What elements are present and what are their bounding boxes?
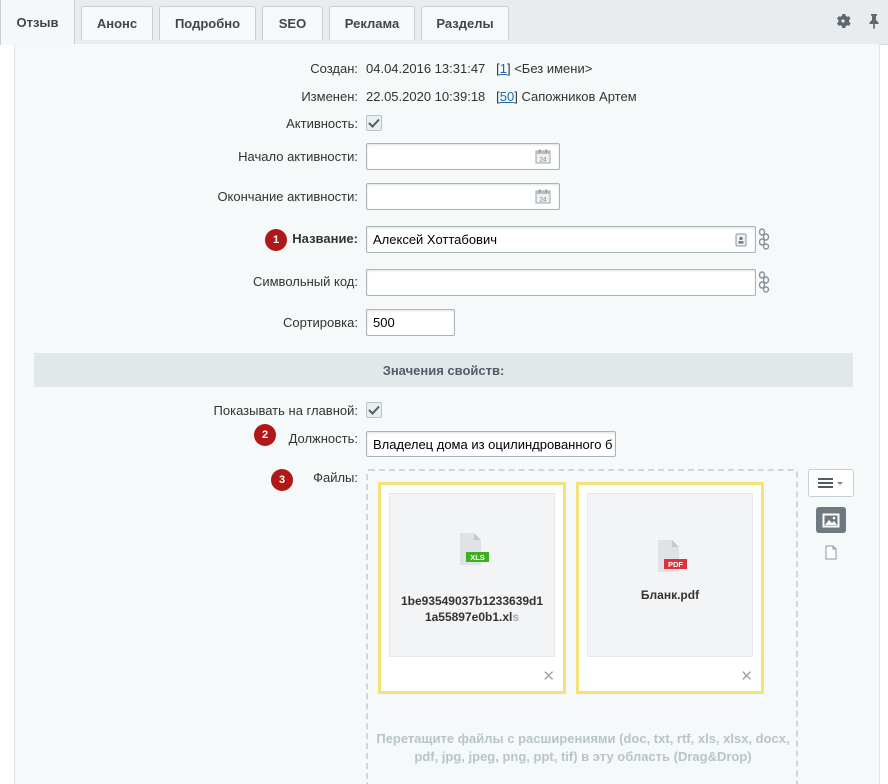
files-label: Файлы:: [313, 470, 358, 485]
xls-file-icon: XLS: [456, 532, 490, 569]
name-label: Название:: [292, 231, 358, 246]
tab-seo[interactable]: SEO: [262, 6, 323, 40]
svg-text:24: 24: [540, 158, 547, 164]
tab-announce[interactable]: Анонс: [81, 6, 153, 40]
image-icon: [822, 513, 840, 527]
document-icon: [825, 545, 837, 559]
created-user-link[interactable]: 1: [500, 61, 507, 76]
calendar-icon[interactable]: 24: [535, 149, 551, 167]
modified-user-name: Сапожников Артем: [521, 89, 637, 104]
tab-advertising[interactable]: Реклама: [329, 6, 415, 40]
code-input[interactable]: [366, 269, 756, 296]
file-remove-button[interactable]: ✕: [542, 669, 555, 684]
link-chain-icon[interactable]: [757, 271, 771, 296]
active-from-input[interactable]: 24: [366, 143, 560, 170]
file-card[interactable]: XLS 1be93549037b1233639d1 1a55897e0b1.xl…: [378, 482, 566, 694]
file-preview: PDF Бланк.pdf: [587, 493, 753, 657]
created-user-name: <Без имени>: [514, 61, 593, 76]
link-chain-icon[interactable]: [757, 228, 771, 253]
calendar-icon[interactable]: 24: [535, 189, 551, 207]
modified-user-link[interactable]: 50: [500, 89, 514, 104]
code-label: Символьный код:: [252, 274, 358, 289]
badge-two: 2: [254, 424, 276, 446]
created-date: 04.04.2016 13:31:47: [366, 61, 486, 76]
modified-date: 22.05.2020 10:39:18: [366, 89, 486, 104]
show-on-main-checkbox[interactable]: [366, 402, 382, 418]
position-value: Владелец дома из оцилиндрованного б: [373, 436, 613, 452]
view-list-button[interactable]: [822, 543, 840, 561]
active-checkbox[interactable]: [366, 115, 382, 131]
active-label: Активность:: [286, 116, 358, 131]
tab-sections[interactable]: Разделы: [421, 6, 509, 40]
file-name: Бланк.pdf: [640, 588, 700, 602]
file-preview: XLS 1be93549037b1233639d1 1a55897e0b1.xl…: [389, 493, 555, 657]
active-to-label: Окончание активности:: [217, 189, 358, 204]
active-from-label: Начало активности:: [238, 149, 358, 164]
position-input[interactable]: Владелец дома из оцилиндрованного б: [366, 431, 616, 457]
created-info: 04.04.2016 13:31:47 [1] <Без имени>: [366, 61, 593, 76]
badge-three: 3: [271, 469, 293, 491]
badge-one: 1: [265, 229, 287, 251]
tab-details[interactable]: Подробно: [159, 6, 256, 40]
tab-review[interactable]: Отзыв: [0, 0, 75, 45]
contact-card-icon[interactable]: [735, 233, 747, 250]
svg-text:PDF: PDF: [668, 560, 683, 569]
dropzone-hint: Перетащите файлы с расширениями (doc, tx…: [376, 731, 790, 764]
svg-text:24: 24: [540, 198, 547, 204]
name-value: Алексей Хоттабович: [373, 232, 498, 247]
svg-text:XLS: XLS: [470, 553, 485, 562]
position-label: Должность:: [288, 431, 358, 446]
checkmark-icon: [368, 118, 380, 128]
file-remove-button[interactable]: ✕: [740, 669, 753, 684]
modified-info: 22.05.2020 10:39:18 [50] Сапожников Арте…: [366, 89, 637, 104]
file-name: 1be93549037b1233639d1 1a55897e0b1.xls: [400, 594, 544, 624]
file-card[interactable]: PDF Бланк.pdf ✕: [576, 482, 764, 694]
gear-icon[interactable]: [834, 12, 852, 30]
show-on-main-label: Показывать на главной:: [213, 403, 358, 418]
view-menu-button[interactable]: [808, 469, 854, 497]
pin-icon[interactable]: [865, 12, 883, 30]
sort-label: Сортировка:: [283, 315, 358, 330]
pdf-file-icon: PDF: [654, 539, 688, 576]
tab-bar: Отзыв Анонс Подробно SEO Реклама Разделы: [0, 0, 888, 45]
sort-value: 500: [373, 315, 395, 330]
view-tiles-button[interactable]: [816, 507, 846, 533]
properties-section-title: Значения свойств:: [34, 353, 853, 387]
menu-icon: [818, 478, 843, 488]
checkmark-icon: [368, 405, 380, 415]
name-input[interactable]: Алексей Хоттабович: [366, 226, 756, 253]
created-label: Создан:: [310, 61, 358, 76]
sort-input[interactable]: 500: [366, 309, 455, 336]
modified-label: Изменен:: [301, 89, 358, 104]
active-to-input[interactable]: 24: [366, 183, 560, 210]
